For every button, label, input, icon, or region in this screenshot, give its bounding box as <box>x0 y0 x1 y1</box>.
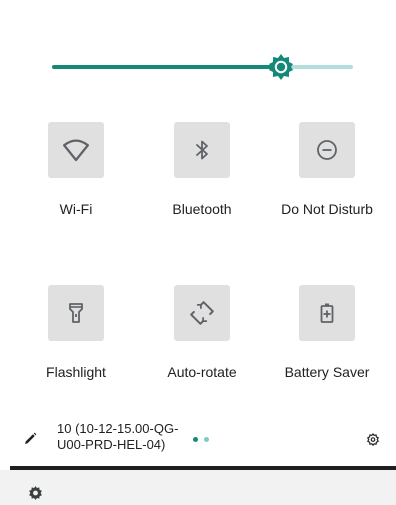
tile-wifi-label: Wi-Fi <box>59 201 93 217</box>
do-not-disturb-icon <box>317 140 337 160</box>
tile-do-not-disturb[interactable]: Do Not Disturb <box>264 122 390 217</box>
settings-gear-icon[interactable] <box>27 485 44 502</box>
battery-saver-icon <box>320 303 334 323</box>
tile-wifi[interactable]: Wi-Fi <box>13 122 139 217</box>
tile-flashlight[interactable]: Flashlight <box>13 285 139 380</box>
tile-do-not-disturb-label: Do Not Disturb <box>281 201 373 217</box>
tile-battery-saver[interactable]: Battery Saver <box>264 285 390 380</box>
tile-bluetooth-button[interactable] <box>174 122 230 178</box>
brightness-thumb-icon[interactable] <box>267 53 295 81</box>
page-indicator-dot <box>204 437 209 442</box>
collapsed-bar[interactable] <box>0 470 396 505</box>
tile-auto-rotate-label: Auto-rotate <box>167 364 237 380</box>
tile-battery-saver-label: Battery Saver <box>284 364 370 380</box>
tile-bluetooth-label: Bluetooth <box>172 201 232 217</box>
wifi-icon <box>63 139 89 162</box>
tile-flashlight-label: Flashlight <box>46 364 106 380</box>
edit-pencil-icon[interactable] <box>22 431 38 447</box>
tile-wifi-button[interactable] <box>48 122 104 178</box>
tile-flashlight-button[interactable] <box>48 285 104 341</box>
page-indicator-dot <box>193 437 198 442</box>
flashlight-icon <box>69 303 83 323</box>
auto-rotate-icon <box>190 301 214 325</box>
build-number[interactable]: 10 (10-12-15.00-QG-U00-PRD-HEL-04) <box>57 421 197 453</box>
tile-do-not-disturb-button[interactable] <box>299 122 355 178</box>
settings-gear-icon[interactable] <box>366 433 380 447</box>
tile-bluetooth[interactable]: Bluetooth <box>139 122 265 217</box>
bluetooth-icon <box>196 140 208 160</box>
tile-battery-saver-button[interactable] <box>299 285 355 341</box>
quick-settings-footer: 10 (10-12-15.00-QG-U00-PRD-HEL-04) <box>0 420 396 466</box>
tile-auto-rotate[interactable]: Auto-rotate <box>139 285 265 380</box>
quick-settings-panel: Wi-Fi Bluetooth Do Not Disturb Flashligh… <box>0 0 396 505</box>
page-indicator <box>193 437 209 442</box>
brightness-track-fill <box>52 65 281 69</box>
tile-auto-rotate-button[interactable] <box>174 285 230 341</box>
brightness-slider[interactable] <box>52 53 353 81</box>
